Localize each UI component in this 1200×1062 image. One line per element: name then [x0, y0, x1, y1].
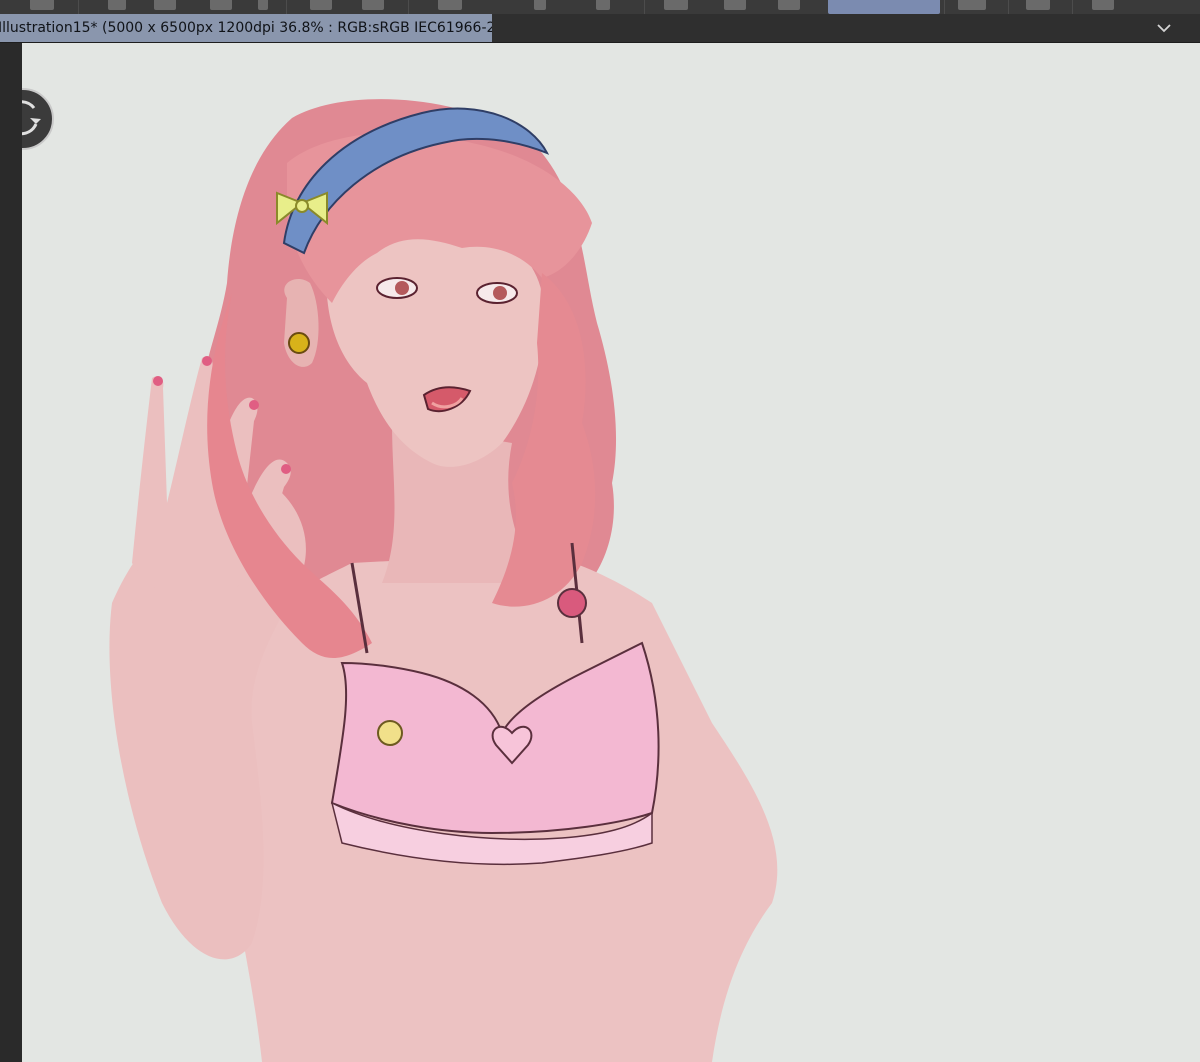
fingernail	[153, 376, 163, 386]
toolbar-button[interactable]	[258, 0, 268, 10]
toolbar-separator	[644, 0, 645, 14]
toolbar-separator	[408, 0, 409, 14]
toolbar-separator	[286, 0, 287, 14]
fingernail	[281, 464, 291, 474]
left-iris	[395, 281, 409, 295]
earring	[288, 332, 310, 354]
toolbar-button[interactable]	[664, 0, 688, 10]
toolbar-button[interactable]	[210, 0, 232, 10]
rotate-icon	[22, 100, 41, 136]
seashell	[557, 588, 587, 618]
document-tab-bar: Illustration15* (5000 x 6500px 1200dpi 3…	[0, 14, 1200, 43]
toolbar-separator	[1008, 0, 1009, 14]
document-tab[interactable]: Illustration15* (5000 x 6500px 1200dpi 3…	[0, 14, 492, 42]
right-iris	[493, 286, 507, 300]
toolbar-separator	[1072, 0, 1073, 14]
toolbar-button[interactable]	[596, 0, 610, 10]
canvas[interactable]	[22, 43, 1200, 1062]
toolbar-button[interactable]	[154, 0, 176, 10]
seashell	[377, 720, 403, 746]
toolbar-button[interactable]	[1026, 0, 1050, 10]
toolbar-button[interactable]	[534, 0, 546, 10]
toolbar-button[interactable]	[724, 0, 746, 10]
fingernail	[249, 400, 259, 410]
chevron-down-icon[interactable]	[1156, 20, 1172, 36]
bow-knot	[295, 199, 309, 213]
toolbar-button[interactable]	[362, 0, 384, 10]
left-panel-edge	[0, 43, 22, 1062]
toolbar-button[interactable]	[310, 0, 332, 10]
toolbar-button[interactable]	[108, 0, 126, 10]
toolbar-button-active[interactable]	[828, 0, 940, 14]
toolbar-button[interactable]	[30, 0, 54, 10]
rotate-button[interactable]	[22, 88, 54, 150]
fingernail	[202, 356, 212, 366]
top-toolbar	[0, 0, 1200, 15]
toolbar-separator	[944, 0, 945, 14]
toolbar-button[interactable]	[778, 0, 800, 10]
toolbar-button[interactable]	[438, 0, 462, 10]
document-tab-title: Illustration15* (5000 x 6500px 1200dpi 3…	[0, 20, 492, 36]
toolbar-button[interactable]	[1092, 0, 1114, 10]
toolbar-separator	[78, 0, 79, 14]
toolbar-button[interactable]	[958, 0, 986, 10]
illustration	[109, 99, 778, 1062]
